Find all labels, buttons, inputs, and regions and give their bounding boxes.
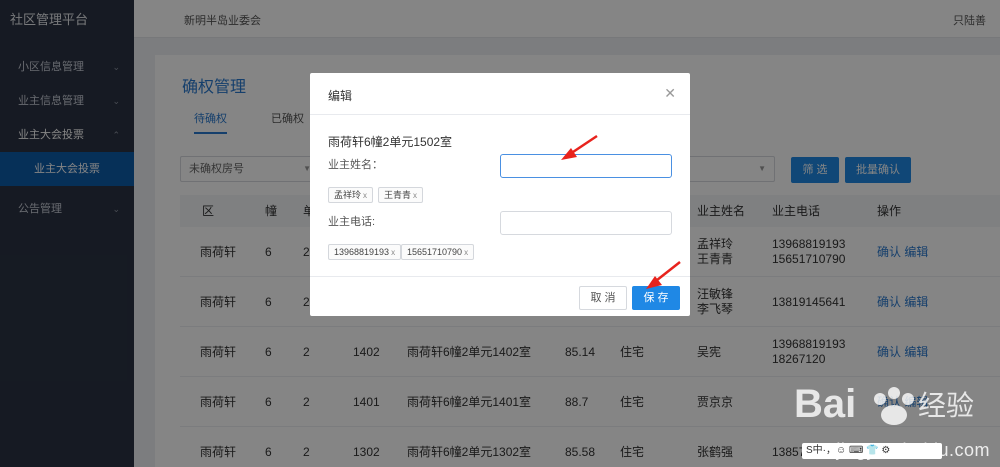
annotation-arrow-icon [561,134,598,160]
remove-tag-icon[interactable]: x [391,248,395,257]
remove-tag-icon[interactable]: x [464,248,468,257]
modal-header: 编辑 ✕ [310,73,690,115]
remove-tag-icon[interactable]: x [413,191,417,200]
modal-footer: 取 消 保 存 [310,276,690,316]
phone-tag: 13968819193 x [328,244,402,260]
ime-toolbar[interactable]: S中·，☺ ⌨ 👕 ⚙ [802,443,942,459]
baidu-watermark-logo: Bai 经验 [794,382,974,426]
modal-title: 编辑 [328,89,353,103]
phone-tag: 15651710790 x [401,244,475,260]
tag-label: 王青青 [384,190,412,200]
svg-text:经验: 经验 [918,389,974,422]
close-icon[interactable]: ✕ [664,85,676,102]
tag-label: 孟祥玲 [334,190,362,200]
name-tag: 孟祥玲 x [328,187,374,203]
owner-name-label: 业主姓名： [328,159,383,171]
remove-tag-icon[interactable]: x [363,191,367,200]
tag-label: 15651710790 [407,247,463,257]
name-tag: 王青青 x [378,187,424,203]
cancel-button[interactable]: 取 消 [579,286,627,310]
room-address: 雨荷轩6幢2单元1502室 [328,135,453,149]
svg-text:Bai: Bai [794,382,856,426]
owner-phone-input[interactable] [500,211,672,235]
annotation-arrow-icon [646,261,681,289]
tag-label: 13968819193 [334,247,390,257]
owner-phone-label: 业主电话: [328,216,376,228]
edit-modal: 编辑 ✕ 雨荷轩6幢2单元1502室 业主姓名： 孟祥玲 x 王青青 x 业主电话:… [310,73,690,316]
